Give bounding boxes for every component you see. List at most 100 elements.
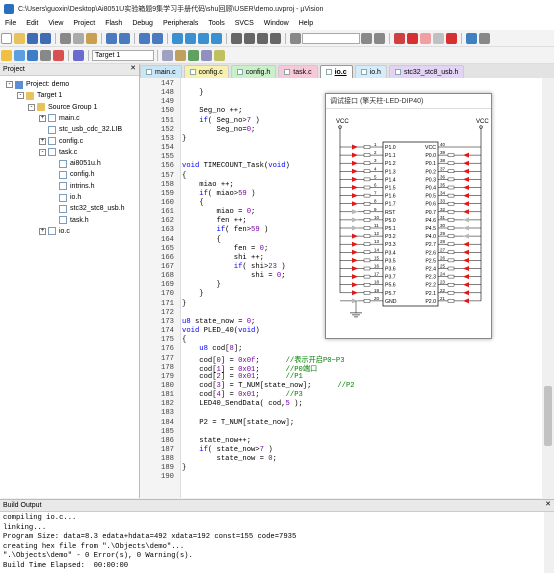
menu-item-file[interactable]: File xyxy=(0,20,21,27)
indent-icon[interactable] xyxy=(231,32,242,44)
tree-item[interactable]: + config.c xyxy=(39,136,83,147)
clear-bookmarks-icon[interactable] xyxy=(211,32,222,44)
rte-icon[interactable] xyxy=(214,49,225,61)
translate-icon[interactable] xyxy=(1,49,12,61)
comment-icon[interactable] xyxy=(257,32,268,44)
code-line[interactable]: u8 cod[8]; xyxy=(182,345,242,353)
code-line[interactable]: miao = 0; xyxy=(182,208,256,216)
tree-item[interactable]: + main.c xyxy=(39,113,80,124)
code-line[interactable]: { xyxy=(182,236,221,244)
menu-item-peripherals[interactable]: Peripherals xyxy=(158,20,203,27)
code-line[interactable]: { xyxy=(182,199,203,207)
select-packs-icon[interactable] xyxy=(201,49,212,61)
file-extensions-icon[interactable] xyxy=(175,49,186,61)
target-options-icon[interactable] xyxy=(162,49,173,61)
code-line[interactable]: { xyxy=(182,172,186,180)
tree-item[interactable]: - task.c xyxy=(39,147,77,158)
code-line[interactable]: } xyxy=(182,135,186,143)
nav-back-icon[interactable] xyxy=(139,32,150,44)
code-line[interactable]: state_now++; xyxy=(182,437,251,445)
tree-item[interactable]: - Source Group 1 xyxy=(28,102,97,113)
collapse-icon[interactable]: - xyxy=(6,81,13,88)
code-line[interactable]: P2 = T_NUM[state_now]; xyxy=(182,419,294,427)
menu-item-help[interactable]: Help xyxy=(294,20,318,27)
open-file-icon[interactable] xyxy=(14,32,25,44)
code-line[interactable]: cod[4] = 0x01; //P3 xyxy=(182,391,303,399)
target-select[interactable]: Target 1 xyxy=(92,49,154,61)
tree-item[interactable]: stc32_stc8_usb.h xyxy=(50,203,124,214)
save-icon[interactable] xyxy=(27,32,38,44)
find-in-files-icon[interactable] xyxy=(290,32,301,44)
code-line[interactable]: Seg_no=0; xyxy=(182,126,256,134)
kill-breakpoints-icon[interactable] xyxy=(433,32,444,44)
editor-tab[interactable]: stc32_stc8_usb.h xyxy=(388,65,465,78)
menu-item-window[interactable]: Window xyxy=(259,20,294,27)
find-combo[interactable] xyxy=(302,32,360,44)
menu-item-project[interactable]: Project xyxy=(68,20,100,27)
close-icon[interactable]: ✕ xyxy=(130,64,136,72)
tree-item[interactable]: - Project: demo xyxy=(6,79,69,90)
code-line[interactable]: shi ++; xyxy=(182,254,264,262)
tree-item[interactable]: config.h xyxy=(50,169,95,180)
stop-build-icon[interactable] xyxy=(53,49,64,61)
collapse-icon[interactable]: - xyxy=(28,103,35,111)
close-icon[interactable]: ✕ xyxy=(545,500,551,508)
next-bookmark-icon[interactable] xyxy=(198,32,209,44)
editor-tab[interactable]: main.c xyxy=(140,65,182,78)
code-line[interactable]: if( shi>23 ) xyxy=(182,263,286,271)
editor-vertical-scrollbar[interactable] xyxy=(542,78,554,498)
disable-breakpoint-icon[interactable] xyxy=(420,32,431,44)
editor-tab[interactable]: config.h xyxy=(230,65,277,78)
menu-item-tools[interactable]: Tools xyxy=(203,20,229,27)
code-line[interactable]: } xyxy=(182,300,186,308)
download-icon[interactable] xyxy=(73,49,84,61)
prev-bookmark-icon[interactable] xyxy=(185,32,196,44)
find-icon[interactable] xyxy=(361,32,372,44)
scrollbar-thumb[interactable] xyxy=(544,386,552,446)
code-line[interactable]: miao ++; xyxy=(182,181,234,189)
menu-item-debug[interactable]: Debug xyxy=(127,20,158,27)
code-line[interactable]: } xyxy=(182,281,221,289)
code-line[interactable]: if( Seg_no>7 ) xyxy=(182,117,259,125)
save-all-icon[interactable] xyxy=(40,32,51,44)
code-line[interactable]: LED40_SendData( cod,5 ); xyxy=(182,400,303,408)
code-line[interactable]: Seg_no ++; xyxy=(182,107,242,115)
code-line[interactable]: if( state_now>7 ) xyxy=(182,446,272,454)
copy-icon[interactable] xyxy=(73,32,84,44)
menu-item-view[interactable]: View xyxy=(43,20,68,27)
code-line[interactable]: } xyxy=(182,290,203,298)
editor-tab[interactable]: task.c xyxy=(278,65,318,78)
window-layout-icon[interactable] xyxy=(466,32,477,44)
code-line[interactable]: u8 state_now = 0; xyxy=(182,318,255,326)
paste-icon[interactable] xyxy=(86,32,97,44)
tree-item[interactable]: - Target 1 xyxy=(17,90,62,101)
code-line[interactable]: fen = 0; xyxy=(182,245,269,253)
code-line[interactable]: } xyxy=(182,464,186,472)
menu-item-flash[interactable]: Flash xyxy=(100,20,127,27)
rebuild-icon[interactable] xyxy=(27,49,38,61)
code-line[interactable]: if( miao>59 ) xyxy=(182,190,255,198)
configure-icon[interactable] xyxy=(479,32,490,44)
bookmark-icon[interactable] xyxy=(172,32,183,44)
code-line[interactable]: { xyxy=(182,336,186,344)
code-line[interactable]: cod[3] = T_NUM[state_now]; //P2 xyxy=(182,382,354,390)
incremental-find-icon[interactable] xyxy=(374,32,385,44)
tree-item[interactable]: intrins.h xyxy=(50,181,95,192)
tree-item[interactable]: ai8051u.h xyxy=(50,158,101,169)
code-line[interactable]: cod[2] = 0x01; //P1 xyxy=(182,373,303,381)
debug-session-icon[interactable] xyxy=(394,32,405,44)
build-icon[interactable] xyxy=(14,49,25,61)
code-line[interactable]: void PLED_40(void) xyxy=(182,327,260,335)
enable-breakpoints-icon[interactable] xyxy=(446,32,457,44)
new-file-icon[interactable] xyxy=(1,32,12,44)
build-output-scrollbar[interactable] xyxy=(544,512,554,573)
redo-icon[interactable] xyxy=(119,32,130,44)
expand-icon[interactable]: + xyxy=(39,227,46,235)
tree-item[interactable]: task.h xyxy=(50,215,89,226)
code-line[interactable]: } xyxy=(182,89,203,97)
menu-item-svcs[interactable]: SVCS xyxy=(230,20,259,27)
collapse-icon[interactable]: - xyxy=(39,148,46,156)
tree-item[interactable]: + io.c xyxy=(39,226,70,237)
code-line[interactable]: if( fen>59 ) xyxy=(182,226,269,234)
code-line[interactable]: void TIMECOUNT_Task(void) xyxy=(182,162,290,170)
